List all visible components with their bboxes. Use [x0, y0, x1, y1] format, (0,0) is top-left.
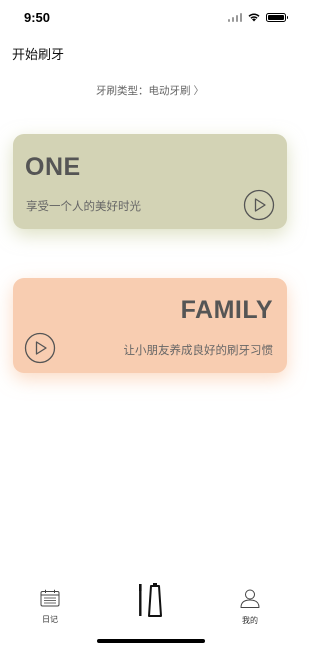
- card-family-title: FAMILY: [180, 296, 273, 324]
- wifi-icon: [248, 13, 260, 22]
- tab-bar: 日记 我的: [0, 575, 300, 649]
- page-title: 开始刷牙: [12, 48, 65, 63]
- tab-mine-label: 我的: [242, 616, 258, 625]
- card-family-subtitle: 让小朋友养成良好的刷牙习惯: [123, 343, 274, 357]
- status-time: 9:50: [24, 10, 51, 25]
- chevron-right-icon: 〉: [193, 85, 205, 97]
- toothbrush-toothpaste-icon: [139, 583, 162, 617]
- brush-type-label: 牙刷类型：电动牙刷: [96, 85, 191, 97]
- tab-diary-label: 日记: [42, 615, 58, 624]
- person-icon: [240, 589, 260, 608]
- play-circle-icon[interactable]: [24, 332, 56, 364]
- card-one[interactable]: ONE 享受一个人的美好时光: [13, 134, 287, 229]
- card-one-subtitle: 享受一个人的美好时光: [26, 199, 141, 213]
- card-family[interactable]: FAMILY 让小朋友养成良好的刷牙习惯: [13, 278, 287, 373]
- tab-brush[interactable]: [120, 581, 180, 621]
- tab-diary[interactable]: 日记: [20, 589, 80, 625]
- play-circle-icon[interactable]: [243, 189, 275, 221]
- status-icons: [227, 11, 288, 23]
- calendar-icon: [40, 589, 60, 607]
- card-one-title: ONE: [25, 153, 81, 181]
- status-bar: 9:50: [0, 0, 300, 34]
- brush-type-selector[interactable]: 牙刷类型：电动牙刷〉: [0, 83, 300, 98]
- home-indicator: [97, 639, 205, 643]
- battery-icon: [266, 12, 288, 22]
- signal-icon: [227, 12, 242, 22]
- tab-mine[interactable]: 我的: [220, 589, 280, 626]
